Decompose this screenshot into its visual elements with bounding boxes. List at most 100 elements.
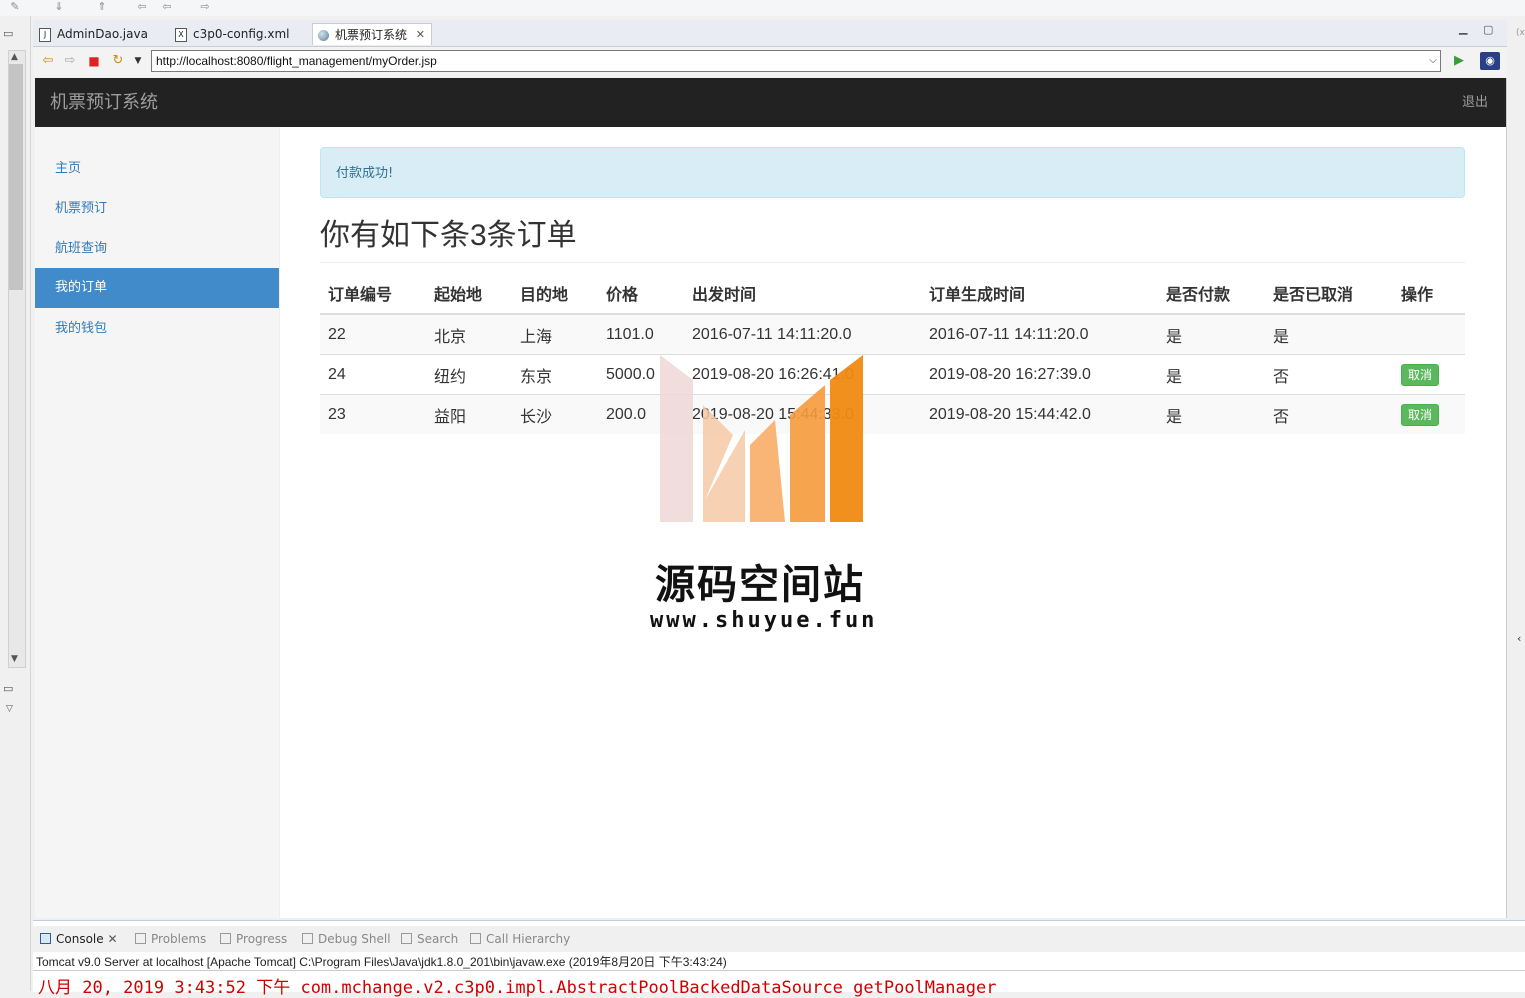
back-arrow-icon[interactable]: ⇦ <box>40 54 56 68</box>
go-icon[interactable]: ▶ <box>1451 54 1467 68</box>
cell-action: 取消 <box>1393 394 1465 434</box>
url-input[interactable]: http://localhost:8080/flight_management/… <box>151 50 1441 72</box>
orders-table: 订单编号 起始地 目的地 价格 出发时间 订单生成时间 是否付款 是否已取消 操… <box>320 273 1465 434</box>
cell-origin: 北京 <box>426 313 512 355</box>
watermark-url: www.shuyue.fun <box>650 608 878 633</box>
scroll-up-icon[interactable]: ▲ <box>11 52 18 62</box>
table-row: 22 北京 上海 1101.0 2016-07-11 14:11:20.0 20… <box>320 313 1465 355</box>
view-menu-icon[interactable]: ▽ <box>6 704 13 714</box>
cell-action: 取消 <box>1393 354 1465 395</box>
page-title: 你有如下条3条订单 <box>320 219 577 252</box>
tab-label: 机票预订系统 <box>335 28 408 42</box>
tab-problems[interactable]: Problems <box>135 931 206 947</box>
console-log-line: 八月 20, 2019 3:43:52 下午 com.mchange.v2.c3… <box>38 978 997 998</box>
restore-icon[interactable]: ▭ <box>3 27 13 40</box>
eclipse-toolbar: ✎ ⇓ ⇑ ⇦ ⇦ ⇨ <box>0 0 1525 16</box>
url-history-dropdown-icon[interactable]: ⌵ <box>1426 52 1440 70</box>
sidebar-item-booking[interactable]: 机票预订 <box>35 189 279 229</box>
cell-paid: 是 <box>1158 313 1265 355</box>
cell-action <box>1393 313 1465 355</box>
watermark-title: 源码空间站 <box>655 562 865 608</box>
tab-browser[interactable]: 机票预订系统 ✕ <box>312 23 432 45</box>
close-console-icon[interactable]: ✕ <box>107 932 117 946</box>
forward-icon[interactable]: ⇨ <box>198 1 212 13</box>
minimized-view-icon[interactable]: ▭ <box>3 682 13 695</box>
cell-departure: 2016-07-11 14:11:20.0 <box>684 313 921 355</box>
tab-label: AdminDao.java <box>57 27 148 41</box>
maximize-icon[interactable]: ▢ <box>1483 23 1493 36</box>
java-file-icon: J <box>39 28 51 42</box>
problems-icon <box>135 933 146 944</box>
column-header: 出发时间 <box>684 273 921 315</box>
back-icon[interactable]: ⇦ <box>135 1 149 13</box>
table-row: 23 益阳 长沙 200.0 2019-08-20 15:44:33.0 201… <box>320 394 1465 434</box>
cell-created: 2016-07-11 14:11:20.0 <box>921 313 1158 355</box>
cell-created: 2019-08-20 16:27:39.0 <box>921 354 1158 395</box>
column-header: 订单生成时间 <box>921 273 1158 315</box>
minimize-icon[interactable]: ▁ <box>1459 22 1467 35</box>
table-header-row: 订单编号 起始地 目的地 价格 出发时间 订单生成时间 是否付款 是否已取消 操… <box>320 273 1465 315</box>
cell-destination: 上海 <box>512 313 598 355</box>
tab-progress[interactable]: Progress <box>220 931 287 947</box>
prev-annotation-icon[interactable]: ⇑ <box>95 1 109 13</box>
external-browser-icon[interactable]: ◉ <box>1480 52 1500 70</box>
success-alert: 付款成功! <box>320 147 1465 198</box>
collapse-arrow-icon[interactable]: ‹ <box>1517 632 1521 645</box>
xml-file-icon: X <box>175 28 187 42</box>
tab-admindao[interactable]: J AdminDao.java <box>35 23 170 45</box>
column-header: 订单编号 <box>320 273 426 315</box>
cancel-order-button[interactable]: 取消 <box>1401 363 1440 386</box>
console-icon <box>40 933 51 944</box>
left-scrollbar-thumb[interactable] <box>9 64 23 290</box>
cell-cancelled: 否 <box>1265 394 1393 434</box>
cell-cancelled: 否 <box>1265 354 1393 395</box>
tab-call-hierarchy[interactable]: Call Hierarchy <box>470 931 570 947</box>
cell-destination: 长沙 <box>512 394 598 434</box>
close-tab-icon[interactable]: ✕ <box>416 24 425 46</box>
column-header: 价格 <box>598 273 684 315</box>
column-header: 是否已取消 <box>1265 273 1393 315</box>
refresh-icon[interactable]: ↻ <box>110 54 126 68</box>
editor-tab-bar: J AdminDao.java X c3p0-config.xml 机票预订系统… <box>33 20 1507 47</box>
debug-shell-icon <box>302 933 313 944</box>
build-icon[interactable]: ✎ <box>8 1 22 13</box>
refresh-dropdown-icon[interactable]: ▼ <box>130 54 146 68</box>
cell-paid: 是 <box>1158 394 1265 434</box>
sidebar-item-flight-search[interactable]: 航班查询 <box>35 229 279 269</box>
cell-origin: 纽约 <box>426 354 512 395</box>
watermark-logo <box>660 355 863 522</box>
call-hierarchy-icon <box>470 933 481 944</box>
column-header: 目的地 <box>512 273 598 315</box>
cell-origin: 益阳 <box>426 394 512 434</box>
cell-order-id: 23 <box>320 394 426 434</box>
column-header: 操作 <box>1393 273 1465 315</box>
tab-search[interactable]: Search <box>401 931 458 947</box>
stop-icon[interactable]: ■ <box>86 54 102 68</box>
heading-divider <box>320 262 1465 263</box>
column-header: 是否付款 <box>1158 273 1265 315</box>
console-divider <box>33 970 1525 971</box>
logout-link[interactable]: 退出 <box>1462 78 1488 127</box>
right-trim-icon[interactable]: (x <box>1516 28 1525 38</box>
table-row: 24 纽约 东京 5000.0 2019-08-20 16:26:41.0 20… <box>320 354 1465 395</box>
search-icon <box>401 933 412 944</box>
tab-console[interactable]: Console ✕ <box>40 931 118 947</box>
tab-label: c3p0-config.xml <box>193 27 290 41</box>
tab-debug-shell[interactable]: Debug Shell <box>302 931 391 947</box>
forward-arrow-icon[interactable]: ⇨ <box>62 54 78 68</box>
globe-icon <box>318 30 329 41</box>
cell-created: 2019-08-20 15:44:42.0 <box>921 394 1158 434</box>
cancel-order-button[interactable]: 取消 <box>1401 403 1440 426</box>
progress-icon <box>220 933 231 944</box>
tab-c3p0-config[interactable]: X c3p0-config.xml <box>171 23 311 45</box>
scroll-down-icon[interactable]: ▼ <box>11 654 18 664</box>
column-header: 起始地 <box>426 273 512 315</box>
sidebar-item-my-orders[interactable]: 我的订单 <box>35 268 279 308</box>
cell-price: 1101.0 <box>598 313 684 355</box>
next-annotation-icon[interactable]: ⇓ <box>52 1 66 13</box>
back-dropdown-icon[interactable]: ⇦ <box>160 1 174 13</box>
brand-title[interactable]: 机票预订系统 <box>50 78 158 127</box>
sidebar-item-home[interactable]: 主页 <box>35 149 279 189</box>
sidebar-item-my-wallet[interactable]: 我的钱包 <box>35 309 279 349</box>
cell-destination: 东京 <box>512 354 598 395</box>
